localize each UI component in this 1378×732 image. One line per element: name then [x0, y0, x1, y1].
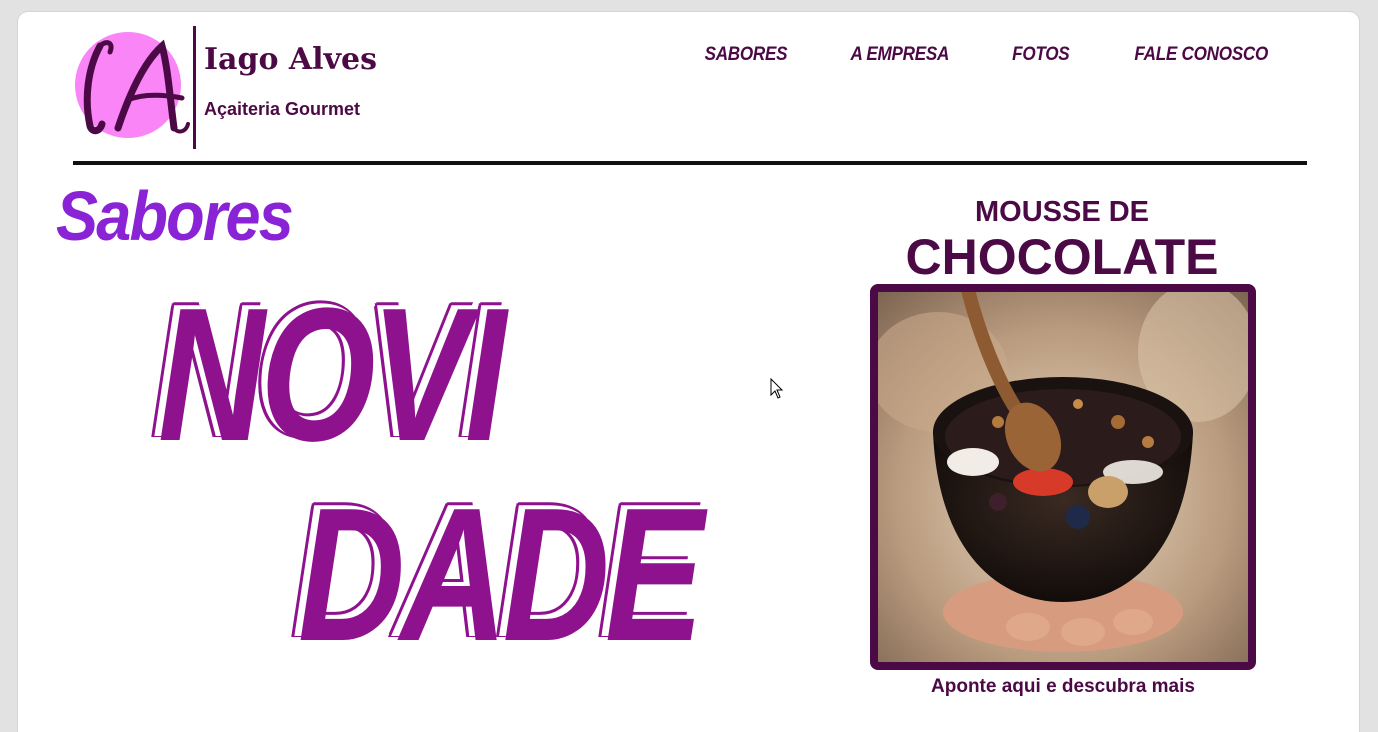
nav-item-fale-conosco[interactable]: FALE CONOSCO [1134, 44, 1268, 66]
header-divider [73, 161, 1307, 165]
logo-divider [193, 26, 196, 149]
headline-line-2: DADE [298, 469, 704, 681]
nav-item-a-empresa[interactable]: A EMPRESA [851, 44, 950, 66]
acai-bowl-image [878, 292, 1248, 662]
main-nav: SABORES A EMPRESA FOTOS FALE CONOSCO [700, 44, 1275, 66]
brand-name: Iago Alves [204, 42, 377, 77]
page: Iago Alves Açaiteria Gourmet SABORES A E… [18, 12, 1359, 732]
product-title-line-1: MOUSSE DE [974, 196, 1150, 228]
product-photo[interactable] [870, 284, 1256, 670]
product-caption[interactable]: Aponte aqui e descubra mais [870, 676, 1256, 698]
nav-item-fotos[interactable]: FOTOS [1012, 44, 1070, 66]
logo-monogram [83, 39, 190, 135]
headline-line-1: NOVI [158, 269, 506, 481]
arrow-pointer-icon [770, 378, 784, 399]
brand-tagline: Açaiteria Gourmet [204, 99, 361, 119]
product-title-line-2: CHOCOLATE [905, 229, 1219, 285]
nav-item-sabores[interactable]: SABORES [704, 44, 787, 66]
section-title: Sabores [56, 177, 294, 255]
